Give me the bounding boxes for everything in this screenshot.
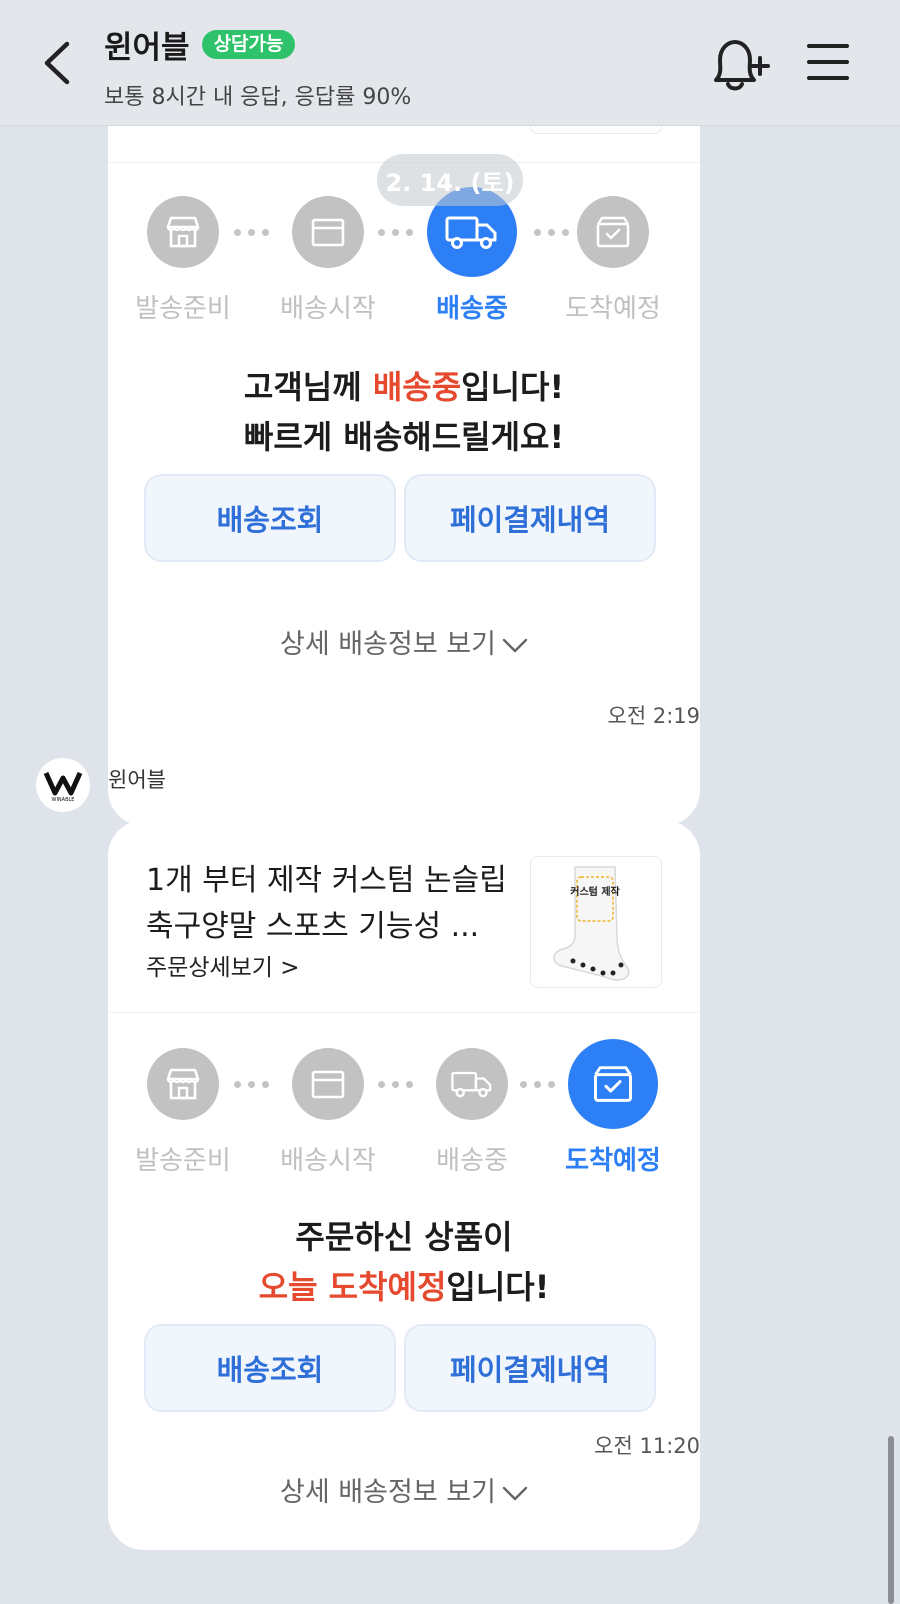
step-in-transit: 배송중 [407,187,537,325]
sock-image [531,126,662,134]
detail-label: 상세 배송정보 보기 [280,629,496,660]
step-arriving: 도착예정 [548,196,678,325]
track-delivery-button[interactable]: 배송조회 [144,1324,396,1412]
winable-logo: WINABLE [43,771,83,802]
box-icon [292,196,364,268]
svg-text:WINABLE: WINABLE [52,797,75,802]
chevron-down-icon [502,1486,528,1500]
menu-button[interactable] [806,40,850,84]
delivery-steps: 발송준비 배송시작 배송중 도착예정 [108,187,700,326]
payment-history-button[interactable]: 페이결제내역 [404,1324,656,1412]
sock-image: 커스텀 제작 [553,866,630,981]
chevron-left-icon [44,41,70,85]
response-info: 보통 8시간 내 응답, 응답률 90% [104,85,412,110]
step-label: 배송중 [436,1146,508,1176]
scrollbar[interactable] [888,1436,894,1604]
box-icon [292,1048,364,1120]
chat-title-block: 윈어블 상담가능 보통 8시간 내 응답, 응답률 90% [104,22,411,111]
product-thumbnail[interactable] [530,126,662,134]
store-icon [147,1048,219,1120]
step-label: 발송준비 [135,294,231,324]
detail-label: 상세 배송정보 보기 [280,1477,496,1508]
box-check-icon [568,1039,658,1129]
sender-name: 윈어블 [108,768,166,792]
card-divider [108,1012,700,1013]
product-thumbnail[interactable]: 커스텀 제작 [530,856,662,988]
delivery-message: 고객님께 배송중입니다! 빠르게 배송해드릴게요! [243,368,565,456]
delivery-steps: 발송준비 배송시작 배송중 도착예정 [108,1039,700,1178]
step-label: 배송중 [436,294,508,324]
step-preparing: 발송준비 [118,1048,248,1177]
track-delivery-button[interactable]: 배송조회 [144,474,396,562]
step-label: 도착예정 [565,1146,661,1176]
step-label: 도착예정 [565,294,661,324]
step-label: 발송준비 [135,1146,231,1176]
truck-icon [436,1048,508,1120]
product-title[interactable]: 1개 부터 제작 커스텀 논슬립 축구양말 스포츠 기능성 ... [146,858,516,950]
payment-history-button[interactable]: 페이결제내역 [404,474,656,562]
detail-delivery-link[interactable]: 상세 배송정보 보기 [108,622,700,661]
delivery-message: 주문하신 상품이 오늘 도착예정입니다! [258,1218,550,1306]
step-in-transit: 배송중 [407,1048,537,1177]
order-detail-link[interactable]: 주문상세보기 > [146,948,300,982]
chevron-down-icon [502,638,528,652]
chat-area[interactable]: 2. 14. (토) 발송준비 배송시작 배송중 도착예정 고객님께 배송중입니… [0,126,900,1604]
back-button[interactable] [36,36,76,90]
store-icon [147,196,219,268]
status-badge: 상담가능 [201,30,296,59]
page-title: 윈어블 [104,30,190,66]
box-check-icon [577,196,649,268]
hamburger-menu-icon [807,44,849,80]
step-shipping-started: 배송시작 [263,1048,393,1177]
step-shipping-started: 배송시작 [263,196,393,325]
step-label: 배송시작 [280,1146,376,1176]
detail-delivery-link[interactable]: 상세 배송정보 보기 [108,1470,700,1509]
step-preparing: 발송준비 [118,196,248,325]
sticker-text: 커스텀 제작 [570,885,620,898]
bell-plus-icon [714,40,770,91]
avatar[interactable]: WINABLE [36,758,90,812]
chat-header: 윈어블 상담가능 보통 8시간 내 응답, 응답률 90% [0,0,900,126]
notification-add-button[interactable] [708,36,770,94]
step-label: 배송시작 [280,294,376,324]
message-time: 오전 11:20 [594,1434,700,1458]
step-arriving: 도착예정 [548,1039,678,1177]
date-separator: 2. 14. (토) [377,154,523,206]
message-time: 오전 2:19 [607,704,700,728]
